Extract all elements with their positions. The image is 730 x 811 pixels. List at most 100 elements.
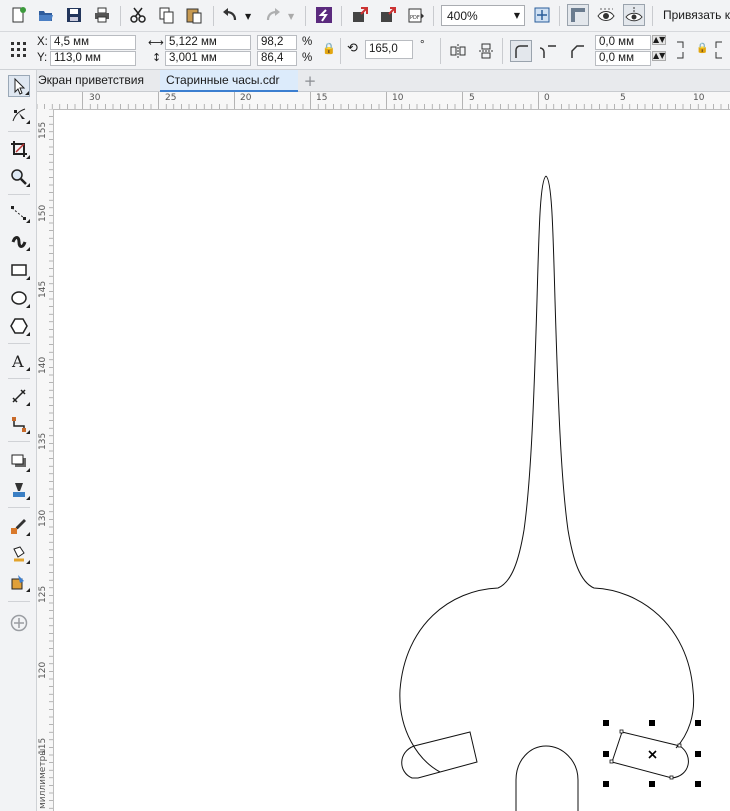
corner-select-icon[interactable] bbox=[675, 36, 689, 64]
snap-to-menu[interactable]: Привязать к bbox=[663, 8, 730, 22]
toolbox: A bbox=[0, 70, 37, 811]
separator bbox=[8, 131, 30, 132]
ellipse-tool-icon[interactable] bbox=[8, 287, 30, 309]
corel-connect-icon[interactable] bbox=[313, 4, 335, 26]
print-icon[interactable] bbox=[91, 4, 113, 26]
percent-x-label: % bbox=[302, 36, 313, 48]
ruler-label: 140 bbox=[38, 356, 48, 374]
height-field[interactable]: 3,001 мм bbox=[165, 51, 251, 66]
artistic-media-icon[interactable] bbox=[8, 230, 30, 252]
spinner-down-icon[interactable]: ▲▼ bbox=[652, 51, 667, 61]
polygon-tool-icon[interactable] bbox=[8, 315, 30, 337]
zoom-tool-icon[interactable] bbox=[8, 166, 30, 188]
add-tool-icon[interactable] bbox=[8, 612, 30, 634]
separator bbox=[652, 6, 653, 26]
separator bbox=[120, 6, 121, 26]
clock-hand-outline[interactable] bbox=[399, 175, 695, 773]
x-position-field[interactable]: 4,5 мм bbox=[50, 35, 136, 50]
ruler-label: 120 bbox=[38, 661, 48, 679]
new-icon[interactable] bbox=[8, 4, 30, 26]
separator bbox=[341, 6, 342, 26]
crop-tool-icon[interactable] bbox=[8, 138, 30, 160]
text-tool-icon[interactable]: A bbox=[8, 350, 30, 372]
ruler-label: 150 bbox=[38, 204, 48, 222]
round-corner-icon[interactable] bbox=[510, 40, 532, 62]
separator bbox=[340, 38, 341, 64]
drop-shadow-tool-icon[interactable] bbox=[8, 451, 30, 473]
paste-icon[interactable] bbox=[183, 4, 205, 26]
mirror-vertical-icon[interactable] bbox=[475, 40, 497, 62]
standard-toolbar: ▼ ▼ PDF 400% ▼ Привязать к bbox=[0, 0, 730, 32]
snap-guides-icon[interactable] bbox=[623, 4, 645, 26]
mirror-horizontal-icon[interactable] bbox=[447, 40, 469, 62]
zoom-to-page-icon[interactable] bbox=[531, 4, 553, 26]
y-label: Y: bbox=[37, 52, 48, 64]
percent-y-label: % bbox=[302, 52, 313, 64]
drawing-canvas[interactable] bbox=[54, 110, 730, 811]
separator bbox=[213, 6, 214, 26]
smart-fill-icon[interactable] bbox=[8, 571, 30, 593]
zoom-level-select[interactable]: 400% ▼ bbox=[441, 5, 525, 26]
bottom-arch-shape[interactable] bbox=[515, 745, 579, 811]
width-field[interactable]: 5,122 мм bbox=[165, 35, 251, 50]
scale-y-field[interactable]: 86,4 bbox=[257, 51, 297, 66]
redo-icon[interactable] bbox=[262, 4, 284, 26]
add-tab-icon[interactable]: + bbox=[300, 71, 320, 91]
separator bbox=[8, 194, 30, 195]
separator bbox=[502, 38, 503, 64]
export-icon[interactable] bbox=[377, 4, 399, 26]
freehand-tool-icon[interactable] bbox=[8, 202, 30, 224]
pick-tool-icon[interactable] bbox=[8, 75, 30, 97]
shape-tool-icon[interactable] bbox=[8, 103, 30, 125]
ruler-label: 20 bbox=[240, 93, 252, 103]
open-icon[interactable] bbox=[35, 4, 57, 26]
undo-icon[interactable] bbox=[219, 4, 241, 26]
selection-center-icon[interactable] bbox=[648, 750, 657, 759]
height-icon: ↕ bbox=[152, 51, 162, 64]
ruler-unit-label: миллиметры bbox=[38, 748, 48, 809]
cut-icon[interactable] bbox=[127, 4, 149, 26]
separator bbox=[433, 6, 434, 26]
rulers-toggle-icon[interactable] bbox=[567, 4, 589, 26]
separator bbox=[559, 6, 560, 26]
rectangle-tool-icon[interactable] bbox=[8, 259, 30, 281]
spinner-up-icon[interactable]: ▲▼ bbox=[652, 35, 667, 45]
view-icon[interactable] bbox=[595, 4, 617, 26]
scale-x-field[interactable]: 98,2 bbox=[257, 35, 297, 50]
y-position-field[interactable]: 113,0 мм bbox=[50, 51, 136, 66]
rotation-field[interactable]: 165,0 bbox=[365, 40, 413, 59]
lock-corners-icon[interactable]: 🔒 bbox=[696, 43, 708, 54]
tab-welcome-screen[interactable]: Экран приветствия bbox=[32, 70, 160, 92]
save-icon[interactable] bbox=[63, 4, 85, 26]
vertical-ruler[interactable]: 155 150 145 140 135 130 125 120 115 милл… bbox=[37, 109, 54, 811]
ruler-label: 30 bbox=[89, 93, 101, 103]
connector-tool-icon[interactable] bbox=[8, 413, 30, 435]
interactive-fill-icon[interactable] bbox=[8, 543, 30, 565]
degree-label: ° bbox=[420, 39, 425, 51]
corner-right-icon[interactable] bbox=[712, 36, 726, 64]
chamfered-corner-icon[interactable] bbox=[566, 40, 588, 62]
dimension-tool-icon[interactable] bbox=[8, 385, 30, 407]
selected-tab-shape[interactable] bbox=[611, 731, 689, 779]
tab-document[interactable]: Старинные часы.cdr bbox=[160, 70, 298, 92]
undo-dropdown-icon[interactable]: ▼ bbox=[245, 12, 251, 21]
scalloped-corner-icon[interactable] bbox=[538, 40, 560, 62]
lock-ratio-icon[interactable]: 🔒 bbox=[322, 42, 336, 55]
ruler-label: 5 bbox=[620, 93, 626, 103]
redo-dropdown-icon[interactable]: ▼ bbox=[288, 12, 294, 21]
corner-radius-bottom-field[interactable]: 0,0 мм bbox=[595, 51, 651, 66]
corner-radius-top-field[interactable]: 0,0 мм bbox=[595, 35, 651, 50]
horizontal-ruler[interactable]: 30 25 20 15 10 5 0 5 10 bbox=[37, 92, 730, 110]
width-icon: ⟷ bbox=[148, 36, 164, 49]
import-icon[interactable] bbox=[349, 4, 371, 26]
chevron-down-icon: ▼ bbox=[513, 11, 520, 20]
eyedropper-tool-icon[interactable] bbox=[8, 515, 30, 537]
document-tab-bar: Экран приветствия Старинные часы.cdr + bbox=[0, 70, 730, 92]
zoom-level-value: 400% bbox=[447, 9, 478, 23]
separator bbox=[8, 378, 30, 379]
transparency-tool-icon[interactable] bbox=[8, 479, 30, 501]
ruler-label: 10 bbox=[693, 93, 705, 103]
copy-icon[interactable] bbox=[155, 4, 177, 26]
export-pdf-icon[interactable]: PDF bbox=[405, 4, 427, 26]
object-origin-icon[interactable] bbox=[9, 40, 27, 58]
